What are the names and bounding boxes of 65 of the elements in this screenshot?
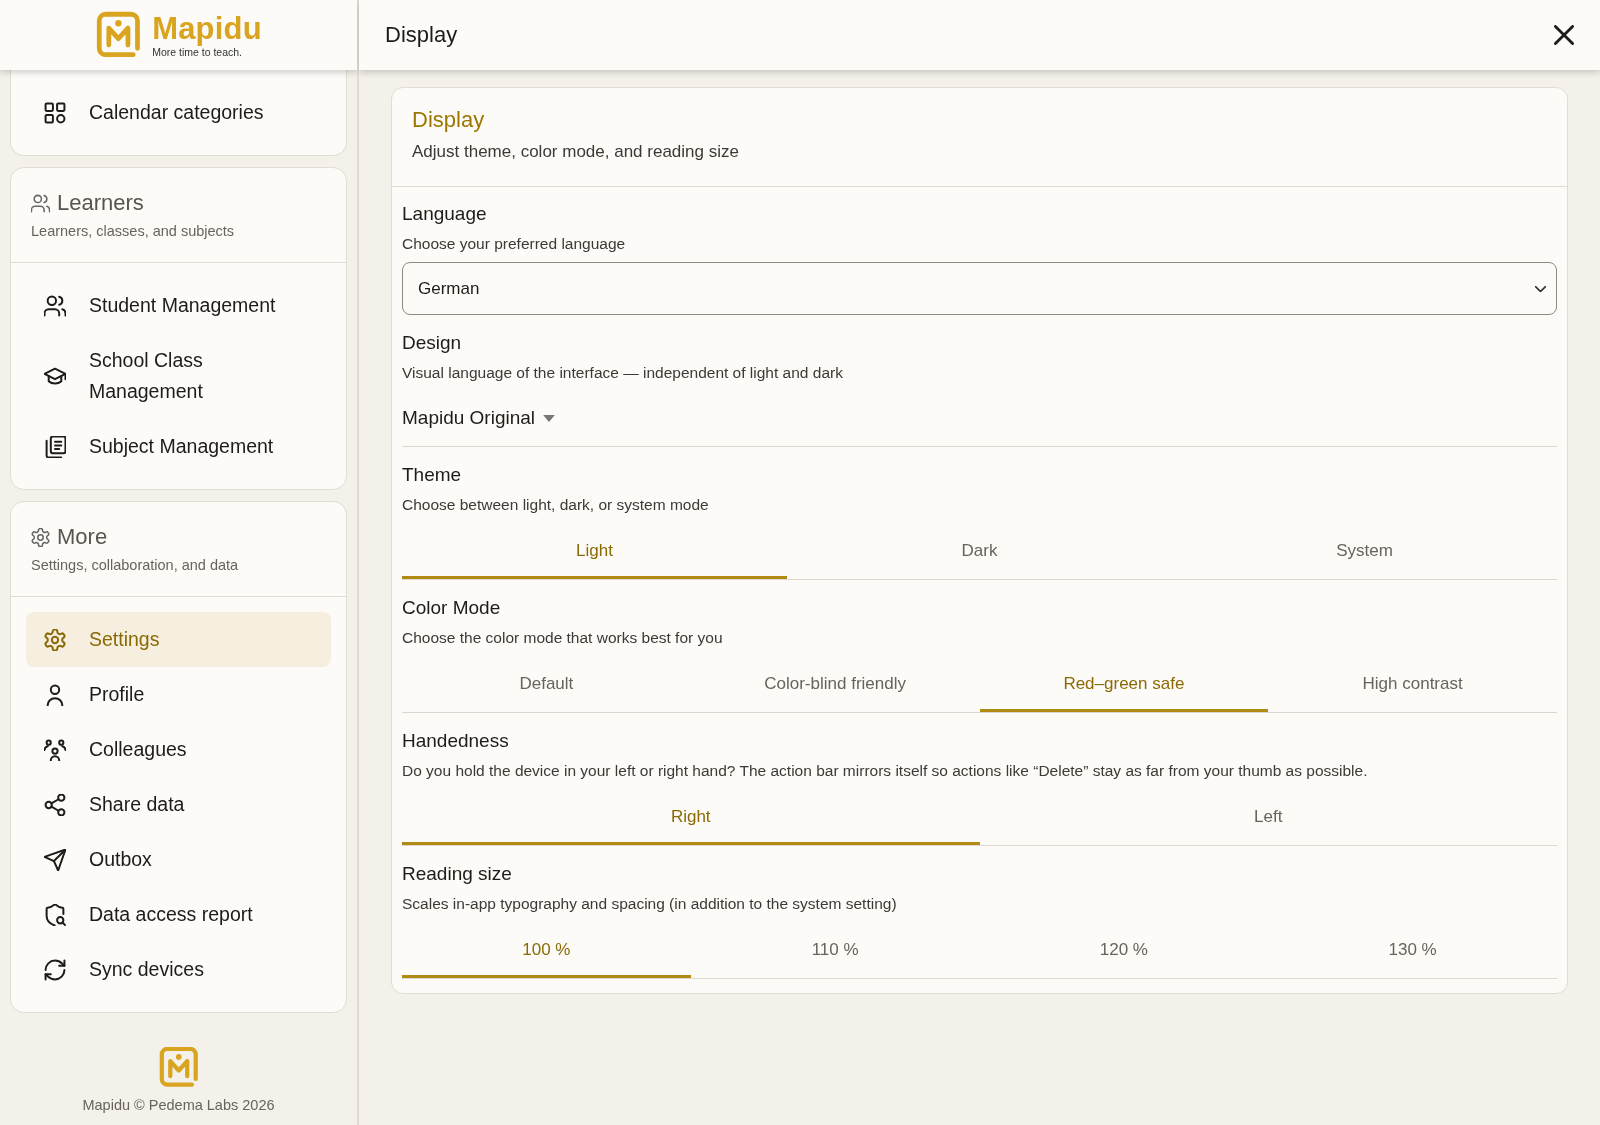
tab[interactable]: Color-blind friendly [690,656,980,712]
tab[interactable]: 100 % [402,922,691,978]
tab[interactable]: Right [402,789,980,845]
section-title: Learners [57,189,144,217]
logo-icon [158,1047,199,1087]
setting-description: Visual language of the interface — independent of light and dark [402,363,844,383]
brand-tagline: More time to teach. [152,45,243,58]
section-subtitle: Settings, collaboration, and data [31,556,240,575]
setting-label: Reading size [402,862,513,886]
page-title: Display [385,22,458,48]
tab[interactable]: System [1172,523,1557,579]
setting-label: Handedness [402,729,510,753]
nav-item[interactable]: Subject Management [26,419,331,474]
tab[interactable]: Default [402,656,691,712]
tab[interactable]: 130 % [1268,922,1557,978]
person-icon [44,683,66,706]
card-title: Display [412,106,486,134]
tab[interactable]: 110 % [690,922,980,978]
setting-description: Do you hold the device in your left or right hand? The action bar mirrors itself so actions like “Delete” stay as far from your thumb as possible. [402,761,1369,781]
nav-item[interactable]: Share data [26,777,331,832]
card-subtitle: Adjust theme, color mode, and reading size [412,141,740,163]
tab[interactable]: 120 % [979,922,1269,978]
people-icon [44,294,66,317]
nav-item[interactable]: Sync devices [26,942,331,997]
setting-label: Color Mode [402,596,502,620]
group-icon [44,738,66,761]
setting-label: Design [402,331,463,355]
shield-search-icon [44,903,66,926]
tab[interactable]: High contrast [1268,656,1557,712]
tab[interactable]: Dark [787,523,1172,579]
paper-plane-icon [44,848,66,871]
caret-icon [543,414,556,422]
setting-description: Scales in-app typography and spacing (in addition to the system setting) [402,894,898,914]
gear-icon [44,628,66,651]
brand-name: Mapidu [152,12,262,45]
share-icon [44,793,66,816]
chevron-down-icon [1535,285,1546,292]
section-subtitle: Learners, classes, and subjects [31,222,236,241]
setting-label: Language [402,202,488,226]
setting-description: Choose between light, dark, or system mode [402,495,710,515]
setting-description: Choose the color mode that works best for you [402,628,724,648]
gear-icon [31,527,50,547]
section-title: More [57,523,108,551]
tab[interactable]: Left [979,789,1557,845]
nav-item[interactable]: Settings [26,612,331,667]
tab[interactable]: Red–green safe [979,656,1269,712]
language-select[interactable]: German [402,262,1557,315]
nav-item[interactable]: Data access report [26,887,331,942]
graduation-cap-icon [44,365,66,387]
people-icon [31,193,50,213]
close-icon [1554,25,1574,45]
nav-item[interactable]: School Class Management [26,333,331,419]
setting-description: Choose your preferred language [402,234,627,254]
refresh-icon [44,958,66,981]
setting-label: Theme [402,463,463,487]
nav-item[interactable]: Student Management [26,278,331,333]
grid-icon [44,101,66,124]
design-dropdown[interactable]: Mapidu Original [402,398,556,438]
footer-text: Mapidu © Pedema Labs 2026 [82,1096,275,1115]
nav-item[interactable]: Calendar categories [26,85,331,140]
documents-icon [44,435,66,458]
nav-item[interactable]: Profile [26,667,331,722]
nav-item[interactable]: Outbox [26,832,331,887]
tab[interactable]: Light [402,523,787,579]
nav-item[interactable]: Colleagues [26,722,331,777]
